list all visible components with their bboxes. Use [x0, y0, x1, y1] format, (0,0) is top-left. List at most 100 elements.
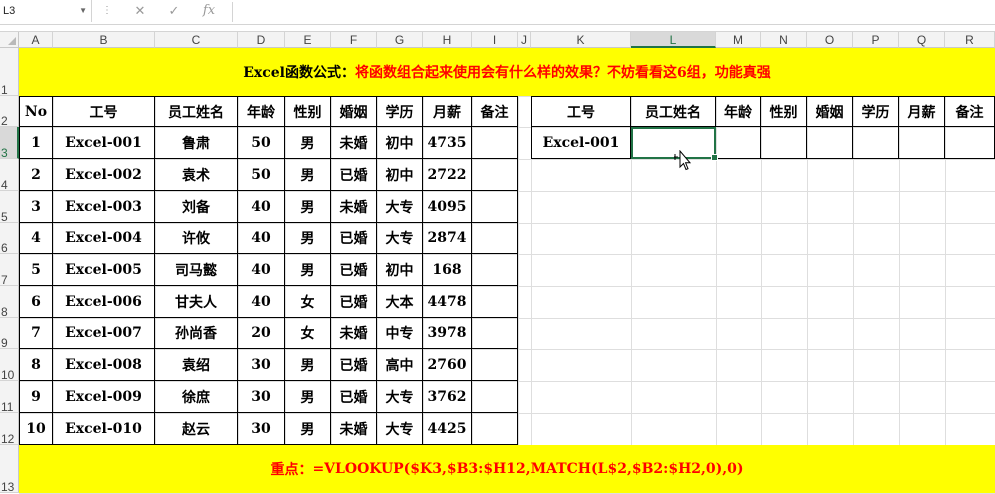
cell-r5c4[interactable]: 男 [285, 254, 331, 286]
column-header-b[interactable]: B [53, 32, 155, 48]
column-header-q[interactable]: Q [899, 32, 945, 48]
cell-r4c7[interactable]: 2874 [423, 223, 472, 254]
column-header-m[interactable]: M [716, 32, 761, 48]
cell-r3c5[interactable]: 未婚 [331, 191, 377, 223]
cell-r1c6[interactable]: 初中 [377, 127, 423, 159]
cell-lookup-value-7[interactable] [945, 127, 995, 159]
column-header-p[interactable]: P [853, 32, 899, 48]
cell-r6c6[interactable]: 大本 [377, 286, 423, 318]
cell-r5c2[interactable]: 司马懿 [155, 254, 238, 286]
cell-r6c4[interactable]: 女 [285, 286, 331, 318]
cell-r2c3[interactable]: 50 [238, 159, 285, 191]
column-header-j[interactable]: J [518, 32, 531, 48]
cell-lookup-value-5[interactable] [853, 127, 899, 159]
cell-r10c3[interactable]: 30 [238, 413, 285, 445]
cell-header-7[interactable]: 月薪 [423, 96, 472, 127]
cell-r9c0[interactable]: 9 [19, 381, 53, 413]
cell-r1c5[interactable]: 未婚 [331, 127, 377, 159]
cell-r3c0[interactable]: 3 [19, 191, 53, 223]
cell-header-3[interactable]: 年龄 [238, 96, 285, 127]
column-header-r[interactable]: R [945, 32, 995, 48]
cell-r6c1[interactable]: Excel-006 [53, 286, 155, 318]
cell-r5c8[interactable] [472, 254, 518, 286]
cell-r8c4[interactable]: 男 [285, 349, 331, 381]
row-header-13[interactable]: 13 [0, 445, 19, 494]
select-all-button[interactable] [0, 32, 19, 48]
column-header-h[interactable]: H [423, 32, 472, 48]
cell-header-0[interactable]: No [19, 96, 53, 127]
cell-r8c1[interactable]: Excel-008 [53, 349, 155, 381]
cell-r5c6[interactable]: 初中 [377, 254, 423, 286]
cell-r3c1[interactable]: Excel-003 [53, 191, 155, 223]
cell-r10c1[interactable]: Excel-010 [53, 413, 155, 445]
column-header-f[interactable]: F [331, 32, 377, 48]
cell-r3c7[interactable]: 4095 [423, 191, 472, 223]
cell-r4c6[interactable]: 大专 [377, 223, 423, 254]
cell-r10c4[interactable]: 男 [285, 413, 331, 445]
cell-r9c4[interactable]: 男 [285, 381, 331, 413]
cell-r2c4[interactable]: 男 [285, 159, 331, 191]
cell-r8c0[interactable]: 8 [19, 349, 53, 381]
cell-lookup-header-0[interactable]: 工号 [531, 96, 631, 127]
cell-lookup-value-0[interactable]: Excel-001 [531, 127, 631, 159]
cell-r7c1[interactable]: Excel-007 [53, 318, 155, 349]
cell-r7c0[interactable]: 7 [19, 318, 53, 349]
cell-lookup-value-3[interactable] [761, 127, 807, 159]
cell-r8c8[interactable] [472, 349, 518, 381]
cell-r8c5[interactable]: 已婚 [331, 349, 377, 381]
cell-r9c1[interactable]: Excel-009 [53, 381, 155, 413]
cell-r5c1[interactable]: Excel-005 [53, 254, 155, 286]
cell-r2c2[interactable]: 袁术 [155, 159, 238, 191]
row-header-8[interactable]: 8 [0, 286, 19, 319]
cell-lookup-header-3[interactable]: 性别 [761, 96, 807, 127]
cell-r4c1[interactable]: Excel-004 [53, 223, 155, 254]
row-header-2[interactable]: 2 [0, 96, 19, 128]
cell-r1c2[interactable]: 鲁肃 [155, 127, 238, 159]
cell-r7c5[interactable]: 未婚 [331, 318, 377, 349]
cell-lookup-value-2[interactable] [716, 127, 761, 159]
row-header-3[interactable]: 3 [0, 127, 19, 160]
cell-r7c2[interactable]: 孙尚香 [155, 318, 238, 349]
cell-lookup-header-5[interactable]: 学历 [853, 96, 899, 127]
cell-r8c2[interactable]: 袁绍 [155, 349, 238, 381]
column-header-d[interactable]: D [238, 32, 285, 48]
cell-r4c5[interactable]: 已婚 [331, 223, 377, 254]
cell-r10c5[interactable]: 未婚 [331, 413, 377, 445]
cell-r7c3[interactable]: 20 [238, 318, 285, 349]
column-header-a[interactable]: A [19, 32, 53, 48]
cell-r7c8[interactable] [472, 318, 518, 349]
cell-r3c6[interactable]: 大专 [377, 191, 423, 223]
cell-r8c3[interactable]: 30 [238, 349, 285, 381]
cell-r9c6[interactable]: 大专 [377, 381, 423, 413]
cell-r6c3[interactable]: 40 [238, 286, 285, 318]
column-header-c[interactable]: C [155, 32, 238, 48]
column-header-e[interactable]: E [285, 32, 331, 48]
column-header-l[interactable]: L [631, 32, 716, 48]
row-header-9[interactable]: 9 [0, 318, 19, 350]
column-header-g[interactable]: G [377, 32, 423, 48]
row-header-6[interactable]: 6 [0, 223, 19, 255]
column-header-i[interactable]: I [472, 32, 518, 48]
cell-header-1[interactable]: 工号 [53, 96, 155, 127]
cell-r6c2[interactable]: 甘夫人 [155, 286, 238, 318]
cell-lookup-header-4[interactable]: 婚姻 [807, 96, 853, 127]
cell-r6c8[interactable] [472, 286, 518, 318]
cell-r10c2[interactable]: 赵云 [155, 413, 238, 445]
cell-header-2[interactable]: 员工姓名 [155, 96, 238, 127]
row-header-12[interactable]: 12 [0, 413, 19, 446]
cell-header-4[interactable]: 性别 [285, 96, 331, 127]
cell-r3c8[interactable] [472, 191, 518, 223]
cell-r7c6[interactable]: 中专 [377, 318, 423, 349]
cell-lookup-header-6[interactable]: 月薪 [899, 96, 945, 127]
cell-lookup-value-6[interactable] [899, 127, 945, 159]
cell-r1c7[interactable]: 4735 [423, 127, 472, 159]
cell-r10c8[interactable] [472, 413, 518, 445]
cell-r8c6[interactable]: 高中 [377, 349, 423, 381]
cell-r9c2[interactable]: 徐庶 [155, 381, 238, 413]
cell-r7c4[interactable]: 女 [285, 318, 331, 349]
row-header-1[interactable]: 1 [0, 48, 19, 97]
row-header-4[interactable]: 4 [0, 159, 19, 192]
cell-r1c8[interactable] [472, 127, 518, 159]
cell-r10c6[interactable]: 大专 [377, 413, 423, 445]
cell-r5c5[interactable]: 已婚 [331, 254, 377, 286]
